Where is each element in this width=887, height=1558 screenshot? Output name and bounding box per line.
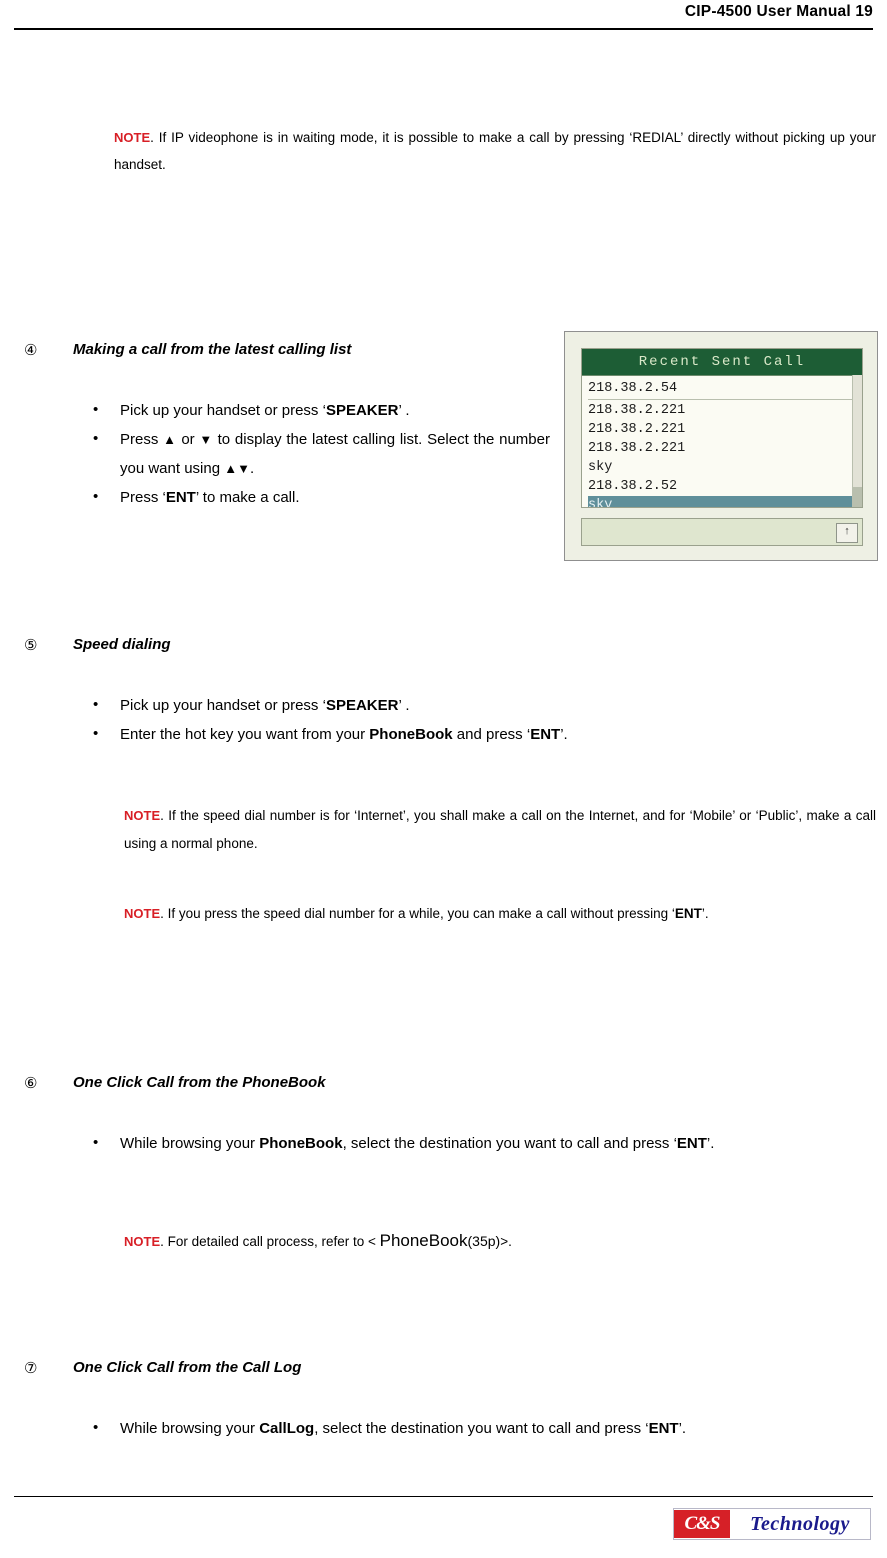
section-title-6: One Click Call from the PhoneBook — [73, 1074, 326, 1091]
note-label: NOTE — [114, 130, 151, 145]
note-label: NOTE — [124, 1234, 161, 1249]
section-title-4: Making a call from the latest calling li… — [73, 341, 352, 358]
note-text-after: ’. — [701, 906, 709, 921]
up-arrow-icon: ↑ — [836, 523, 858, 543]
note-link-page: (35p) — [467, 1233, 501, 1249]
logo-mark: C&S — [674, 1510, 730, 1538]
page-title: CIP-4500 User Manual 19 — [684, 3, 873, 20]
lcd-list: 218.38.2.54 218.38.2.221 218.38.2.221 21… — [582, 376, 862, 507]
section-title-7: One Click Call from the Call Log — [73, 1359, 302, 1376]
list-item: While browsing your PhoneBook, select th… — [85, 1128, 887, 1158]
section-number-4: ④ — [24, 342, 38, 359]
note-label: NOTE — [124, 808, 161, 823]
device-lcd: Recent Sent Call 218.38.2.54 218.38.2.22… — [581, 348, 863, 508]
lcd-row-selected: sky — [588, 496, 856, 507]
lcd-row: sky — [588, 460, 613, 475]
section-number-7: ⑦ — [24, 1360, 38, 1377]
note-text: . If IP videophone is in waiting mode, i… — [114, 130, 876, 172]
section-6-bullets: While browsing your PhoneBook, select th… — [85, 1128, 887, 1158]
list-item: Pick up your handset or press ‘SPEAKER’ … — [85, 690, 875, 720]
note-internet: NOTE. If the speed dial number is for ‘I… — [124, 802, 876, 858]
section-7-bullets: While browsing your CallLog, select the … — [85, 1413, 887, 1443]
note-text-before: . If you press the speed dial number for… — [160, 906, 675, 921]
list-item: Press ▲ or ▼ to display the latest calli… — [85, 424, 550, 483]
note-text-after: >. — [500, 1234, 512, 1249]
list-item: Press ‘ENT’ to make a call. — [85, 482, 550, 512]
lcd-row: 218.38.2.221 — [588, 403, 686, 418]
section-5-bullets: Pick up your handset or press ‘SPEAKER’ … — [85, 690, 875, 749]
device-status-bar: ↑ — [581, 518, 863, 546]
note-link-text: PhoneBook — [379, 1231, 468, 1250]
list-item: Pick up your handset or press ‘SPEAKER’ … — [85, 395, 550, 425]
note-label: NOTE — [124, 906, 161, 921]
header-divider — [14, 28, 873, 30]
footer-divider — [14, 1496, 873, 1497]
lcd-scrollbar[interactable] — [852, 375, 862, 507]
device-screenshot: Recent Sent Call 218.38.2.54 218.38.2.22… — [564, 331, 878, 561]
section-title-5: Speed dialing — [73, 636, 171, 653]
note-redial: NOTE. If IP videophone is in waiting mod… — [114, 124, 876, 178]
note-text-bold: ENT — [674, 906, 702, 921]
lcd-row: 218.38.2.221 — [588, 422, 686, 437]
lcd-row: 218.38.2.221 — [588, 441, 686, 456]
lcd-title: Recent Sent Call — [582, 349, 862, 376]
lcd-row: 218.38.2.52 — [588, 479, 678, 494]
section-number-5: ⑤ — [24, 637, 38, 654]
logo-text: Technology — [750, 1512, 850, 1535]
company-logo: C&S Technology — [673, 1508, 871, 1540]
section-number-6: ⑥ — [24, 1075, 38, 1092]
page-header: CIP-4500 User Manual 19 — [0, 0, 887, 34]
lcd-scrollbar-thumb[interactable] — [853, 487, 862, 507]
section-4-bullets: Pick up your handset or press ‘SPEAKER’ … — [85, 395, 550, 512]
list-item: While browsing your CallLog, select the … — [85, 1413, 887, 1443]
page-footer: C&S Technology — [0, 1488, 887, 1558]
list-item: Enter the hot key you want from your Pho… — [85, 719, 875, 749]
note-text: . If the speed dial number is for ‘Inter… — [124, 808, 876, 851]
note-speeddial-hold: NOTE. If you press the speed dial number… — [124, 900, 876, 928]
note-phonebook-ref: NOTE. For detailed call process, refer t… — [124, 1227, 876, 1255]
lcd-row: 218.38.2.54 — [588, 379, 856, 400]
note-text-before: . For detailed call process, refer to < — [160, 1234, 380, 1249]
